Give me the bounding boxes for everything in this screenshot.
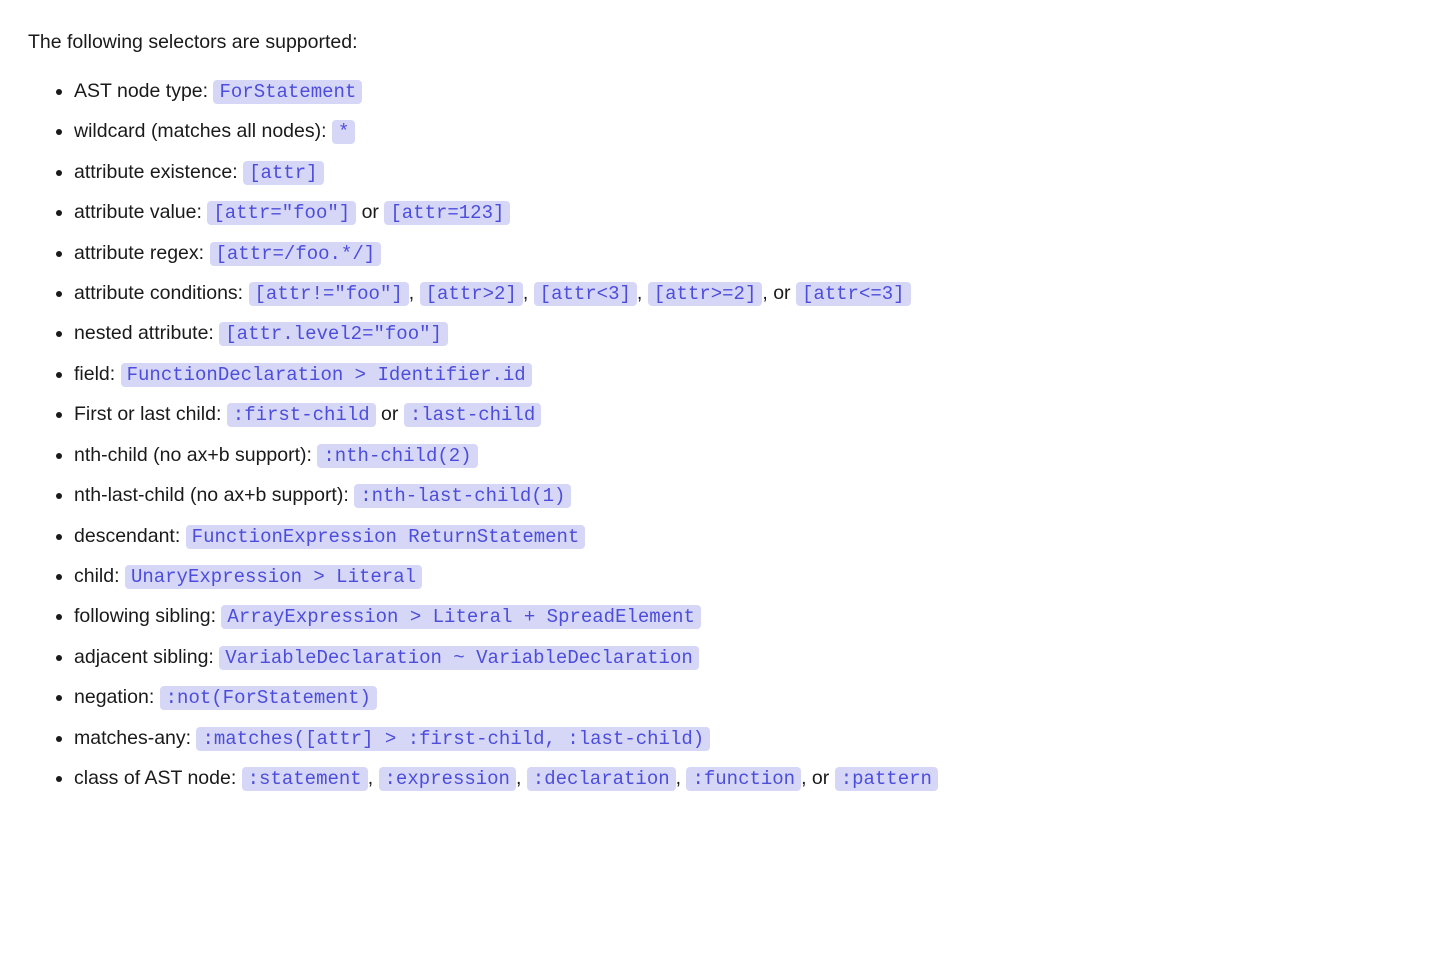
list-item: attribute value: [attr="foo"] or [attr=1… <box>74 193 1424 233</box>
separator-text: , <box>637 282 648 304</box>
list-item: attribute regex: [attr=/foo.*/] <box>74 233 1424 273</box>
selector-list: AST node type: ForStatementwildcard (mat… <box>28 71 1424 799</box>
list-item: attribute existence: [attr] <box>74 152 1424 192</box>
selector-code: [attr>2] <box>420 282 523 306</box>
selector-code: :statement <box>242 767 368 791</box>
list-item: matches-any: :matches([attr] > :first-ch… <box>74 718 1424 758</box>
item-label: negation: <box>74 686 160 708</box>
selector-code: [attr.level2="foo"] <box>219 322 448 346</box>
item-label: field: <box>74 363 121 385</box>
selector-code: [attr>=2] <box>648 282 763 306</box>
list-item: AST node type: ForStatement <box>74 71 1424 111</box>
item-label: attribute value: <box>74 201 207 223</box>
selector-code: FunctionExpression ReturnStatement <box>186 525 586 549</box>
list-item: adjacent sibling: VariableDeclaration ~ … <box>74 637 1424 677</box>
item-label: attribute regex: <box>74 242 210 264</box>
selector-code: :pattern <box>835 767 938 791</box>
selector-code: [attr=/foo.*/] <box>210 242 382 266</box>
list-item: wildcard (matches all nodes): * <box>74 112 1424 152</box>
selector-code: ArrayExpression > Literal + SpreadElemen… <box>221 605 700 629</box>
separator-text: , <box>523 282 534 304</box>
item-label: attribute conditions: <box>74 282 249 304</box>
selector-code: :first-child <box>227 403 376 427</box>
list-item: nth-child (no ax+b support): :nth-child(… <box>74 435 1424 475</box>
selector-code: :not(ForStatement) <box>160 686 377 710</box>
separator-text: , <box>676 767 687 789</box>
list-item: nested attribute: [attr.level2="foo"] <box>74 314 1424 354</box>
separator-text: , or <box>801 767 835 789</box>
separator-text: or <box>356 201 384 223</box>
selector-code: :matches([attr] > :first-child, :last-ch… <box>196 727 710 751</box>
selector-code: :function <box>686 767 801 791</box>
selector-code: :declaration <box>527 767 676 791</box>
item-label: matches-any: <box>74 727 196 749</box>
list-item: First or last child: :first-child or :la… <box>74 395 1424 435</box>
item-label: descendant: <box>74 525 186 547</box>
selector-code: [attr!="foo"] <box>249 282 409 306</box>
selector-code: VariableDeclaration ~ VariableDeclaratio… <box>219 646 698 670</box>
selector-code: ForStatement <box>213 80 362 104</box>
selector-code: :nth-last-child(1) <box>354 484 571 508</box>
selector-code: [attr="foo"] <box>207 201 356 225</box>
selector-code: :expression <box>379 767 516 791</box>
item-label: child: <box>74 565 125 587</box>
item-label: First or last child: <box>74 403 227 425</box>
selector-code: [attr=123] <box>384 201 510 225</box>
selector-code: [attr<3] <box>534 282 637 306</box>
selector-code: [attr<=3] <box>796 282 911 306</box>
selector-code: * <box>332 120 355 144</box>
item-label: nested attribute: <box>74 322 219 344</box>
separator-text: or <box>376 403 404 425</box>
item-label: adjacent sibling: <box>74 646 219 668</box>
intro-text: The following selectors are supported: <box>28 28 1424 57</box>
item-label: wildcard (matches all nodes): <box>74 120 332 142</box>
item-label: class of AST node: <box>74 767 242 789</box>
item-label: following sibling: <box>74 605 221 627</box>
selector-code: UnaryExpression > Literal <box>125 565 422 589</box>
separator-text: , <box>368 767 379 789</box>
separator-text: , <box>516 767 527 789</box>
selector-code: [attr] <box>243 161 323 185</box>
selector-code: :nth-child(2) <box>317 444 477 468</box>
list-item: nth-last-child (no ax+b support): :nth-l… <box>74 476 1424 516</box>
list-item: child: UnaryExpression > Literal <box>74 557 1424 597</box>
separator-text: , or <box>762 282 796 304</box>
list-item: class of AST node: :statement, :expressi… <box>74 759 1424 799</box>
list-item: field: FunctionDeclaration > Identifier.… <box>74 354 1424 394</box>
list-item: descendant: FunctionExpression ReturnSta… <box>74 516 1424 556</box>
list-item: negation: :not(ForStatement) <box>74 678 1424 718</box>
selector-code: FunctionDeclaration > Identifier.id <box>121 363 532 387</box>
separator-text: , <box>409 282 420 304</box>
item-label: AST node type: <box>74 80 213 102</box>
list-item: following sibling: ArrayExpression > Lit… <box>74 597 1424 637</box>
selector-code: :last-child <box>404 403 541 427</box>
item-label: nth-child (no ax+b support): <box>74 444 317 466</box>
list-item: attribute conditions: [attr!="foo"], [at… <box>74 273 1424 313</box>
item-label: attribute existence: <box>74 161 243 183</box>
item-label: nth-last-child (no ax+b support): <box>74 484 354 506</box>
